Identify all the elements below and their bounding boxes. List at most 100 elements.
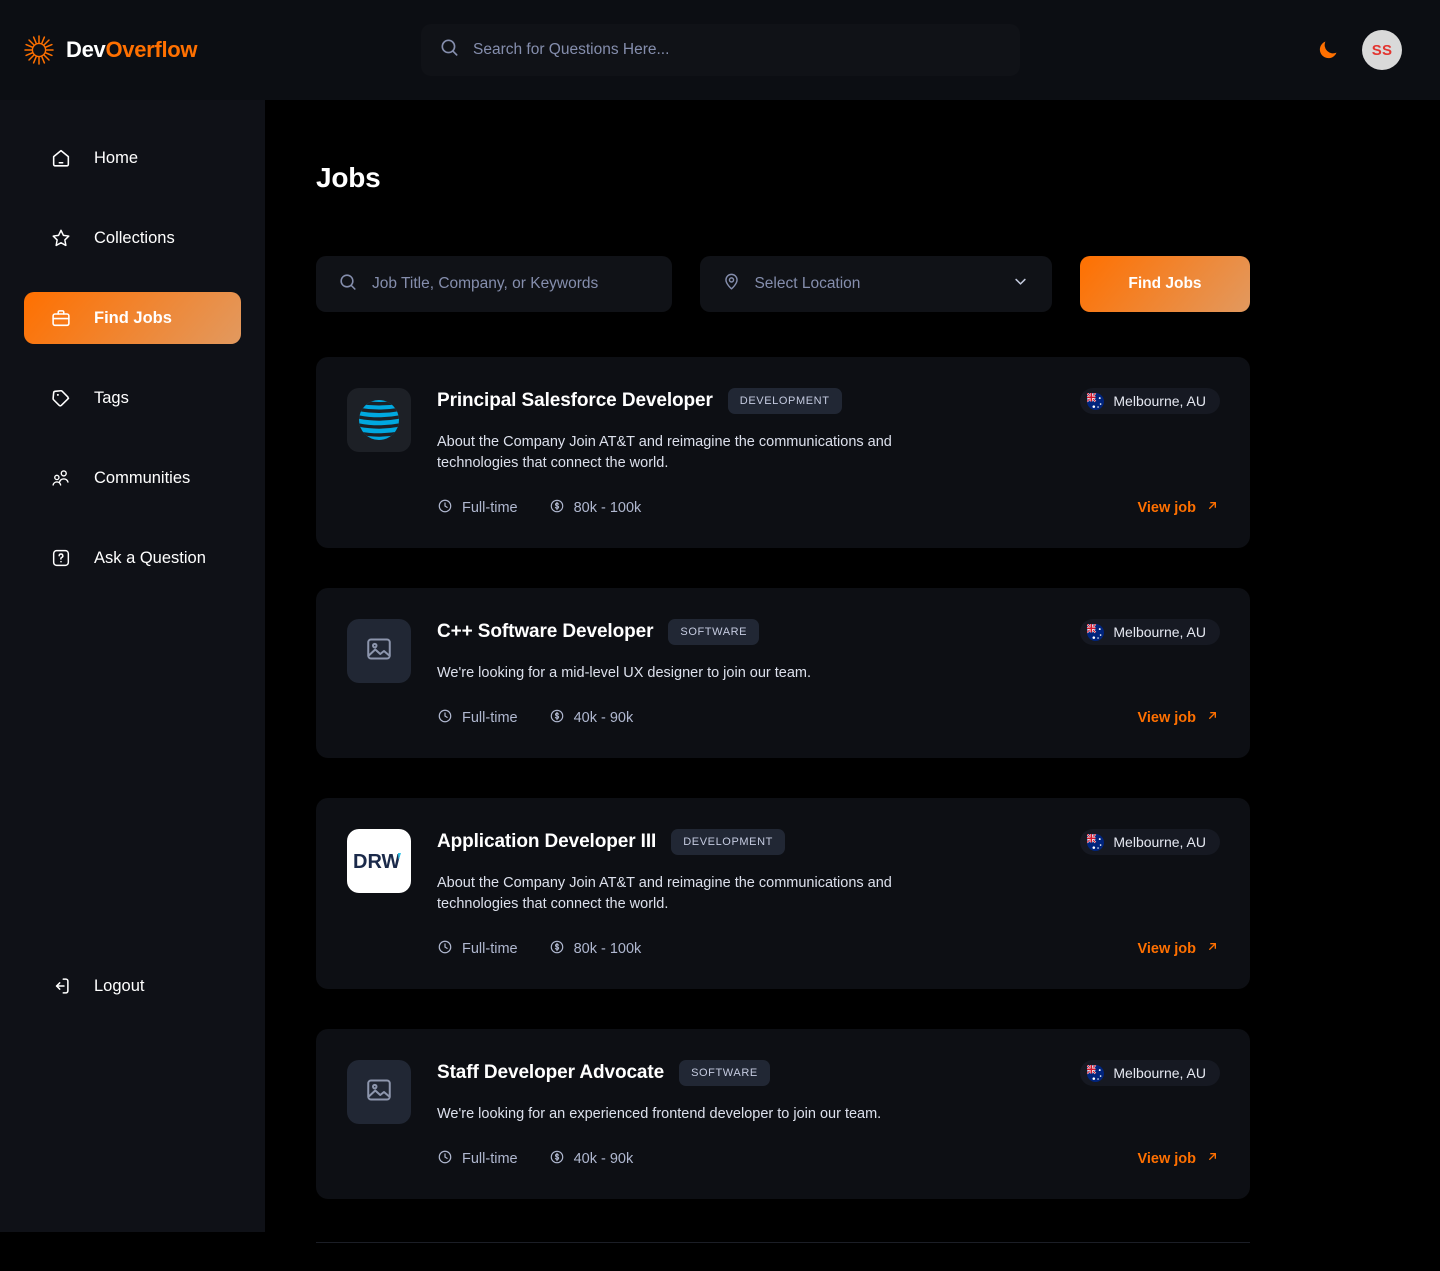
job-list: Principal Salesforce Developer DEVELOPME…	[316, 357, 1250, 1200]
job-location-badge: Melbourne, AU	[1080, 388, 1220, 414]
sidebar-item-ask-a-question[interactable]: Ask a Question	[24, 532, 241, 584]
brand-name-accent: Overflow	[105, 37, 198, 62]
search-icon	[439, 37, 460, 63]
sidebar-item-tags[interactable]: Tags	[24, 372, 241, 424]
location-select[interactable]: Select Location	[700, 256, 1052, 312]
image-placeholder-icon	[364, 1075, 394, 1110]
job-meta: Full-time 80k - 100k	[437, 939, 1220, 959]
logout-button[interactable]: Logout	[24, 960, 241, 1012]
sidebar-item-label: Ask a Question	[94, 548, 206, 567]
job-location-label: Melbourne, AU	[1113, 393, 1206, 409]
sidebar-item-find-jobs[interactable]: Find Jobs	[24, 292, 241, 344]
sidebar-item-label: Communities	[94, 468, 191, 487]
job-description: We're looking for a mid-level UX designe…	[437, 665, 812, 682]
job-employment-type-label: Full-time	[462, 941, 518, 958]
sidebar-item-home[interactable]: Home	[24, 132, 241, 184]
job-meta: Full-time 40k - 90k	[437, 1149, 1220, 1169]
company-logo-drw-text: DRW	[353, 851, 401, 873]
job-employment-type-label: Full-time	[462, 1151, 518, 1168]
image-placeholder-icon	[364, 634, 394, 669]
dollar-circle-icon	[549, 1149, 565, 1169]
question-mark-icon	[50, 547, 72, 569]
job-filters: Job Title, Company, or Keywords Select L…	[316, 256, 1250, 312]
job-location-badge: Melbourne, AU	[1080, 619, 1220, 646]
star-icon	[50, 227, 72, 249]
search-input[interactable]: Search for Questions Here...	[473, 41, 669, 59]
brand-logo[interactable]: DevOverflow	[0, 0, 265, 100]
starburst-icon	[22, 33, 56, 67]
job-employment-type: Full-time	[437, 498, 518, 518]
page-title: Jobs	[316, 162, 381, 193]
job-salary: 40k - 90k	[549, 708, 634, 728]
job-employment-type: Full-time	[437, 708, 518, 728]
arrow-up-right-icon	[1205, 1149, 1220, 1168]
view-job-link[interactable]: View job	[1137, 1149, 1220, 1168]
logout-icon	[50, 975, 72, 997]
job-salary: 80k - 100k	[549, 498, 641, 518]
job-title: C++ Software Developer	[437, 621, 654, 643]
sidebar-item-label: Collections	[94, 228, 175, 247]
view-job-link[interactable]: View job	[1137, 939, 1220, 958]
pagination-divider	[316, 1242, 1250, 1244]
job-employment-type: Full-time	[437, 939, 518, 959]
search-icon	[338, 272, 358, 297]
app-root: Home Collections Find Jobs Tags Communit…	[0, 0, 1440, 1271]
view-job-label: View job	[1137, 1150, 1196, 1167]
job-location-label: Melbourne, AU	[1113, 834, 1206, 851]
job-title: Principal Salesforce Developer	[437, 390, 713, 411]
job-location-label: Melbourne, AU	[1113, 624, 1206, 641]
job-location-badge: Melbourne, AU	[1080, 829, 1220, 856]
moon-icon[interactable]	[1316, 38, 1340, 62]
chevron-down-icon	[1011, 272, 1030, 296]
map-pin-icon	[722, 272, 741, 296]
view-job-label: View job	[1137, 499, 1196, 516]
keyword-input[interactable]: Job Title, Company, or Keywords	[372, 275, 598, 293]
tag-icon	[50, 387, 72, 409]
view-job-label: View job	[1137, 940, 1196, 957]
australia-flag-icon	[1086, 1063, 1105, 1082]
view-job-label: View job	[1137, 709, 1196, 726]
job-card[interactable]: Principal Salesforce Developer DEVELOPME…	[316, 357, 1250, 549]
view-job-link[interactable]: View job	[1137, 498, 1220, 517]
clock-icon	[437, 498, 453, 518]
australia-flag-icon	[1086, 622, 1105, 641]
australia-flag-icon	[1086, 391, 1105, 410]
global-search-bar[interactable]: Search for Questions Here...	[421, 24, 1020, 76]
brand-name: DevOverflow	[66, 37, 198, 63]
avatar[interactable]: SS	[1362, 30, 1402, 70]
clock-icon	[437, 708, 453, 728]
company-logo-att	[347, 388, 411, 452]
sidebar-item-communities[interactable]: Communities	[24, 452, 241, 504]
job-location-label: Melbourne, AU	[1113, 1065, 1206, 1082]
find-jobs-button[interactable]: Find Jobs	[1079, 256, 1250, 312]
left-sidebar: Home Collections Find Jobs Tags Communit…	[0, 0, 265, 1232]
job-description: We're looking for an experienced fronten…	[437, 1106, 882, 1123]
sidebar-nav: Home Collections Find Jobs Tags Communit…	[0, 132, 265, 612]
job-salary-label: 40k - 90k	[573, 710, 634, 727]
sidebar-item-collections[interactable]: Collections	[24, 212, 241, 264]
clock-icon	[437, 1149, 453, 1169]
job-description: About the Company Join AT&T and reimagin…	[437, 434, 892, 472]
job-employment-type-label: Full-time	[462, 500, 518, 517]
job-salary-label: 40k - 90k	[573, 1151, 634, 1168]
view-job-link[interactable]: View job	[1137, 708, 1220, 727]
sidebar-item-label: Tags	[94, 388, 129, 407]
job-card[interactable]: C++ Software Developer SOFTWARE We're lo…	[316, 588, 1250, 759]
users-icon	[50, 467, 72, 489]
job-meta: Full-time 80k - 100k	[437, 498, 1220, 518]
location-select-value: Select Location	[754, 275, 861, 292]
keyword-search-field[interactable]: Job Title, Company, or Keywords	[316, 256, 673, 312]
job-card[interactable]: Staff Developer Advocate SOFTWARE We're …	[316, 1029, 1250, 1200]
dollar-circle-icon	[549, 939, 565, 959]
sidebar-footer: Logout	[0, 960, 265, 1232]
job-title: Staff Developer Advocate	[437, 1062, 665, 1084]
job-category-badge: SOFTWARE	[679, 1060, 770, 1087]
arrow-up-right-icon	[1205, 708, 1220, 727]
dollar-circle-icon	[549, 708, 565, 728]
job-salary-label: 80k - 100k	[573, 941, 642, 958]
company-logo-placeholder	[347, 619, 411, 684]
sidebar-item-label: Home	[94, 148, 139, 167]
job-category-badge: DEVELOPMENT	[727, 388, 842, 414]
job-card[interactable]: DRW Application Developer III DEVELOPMEN…	[316, 798, 1250, 990]
company-logo-placeholder	[347, 1060, 411, 1125]
